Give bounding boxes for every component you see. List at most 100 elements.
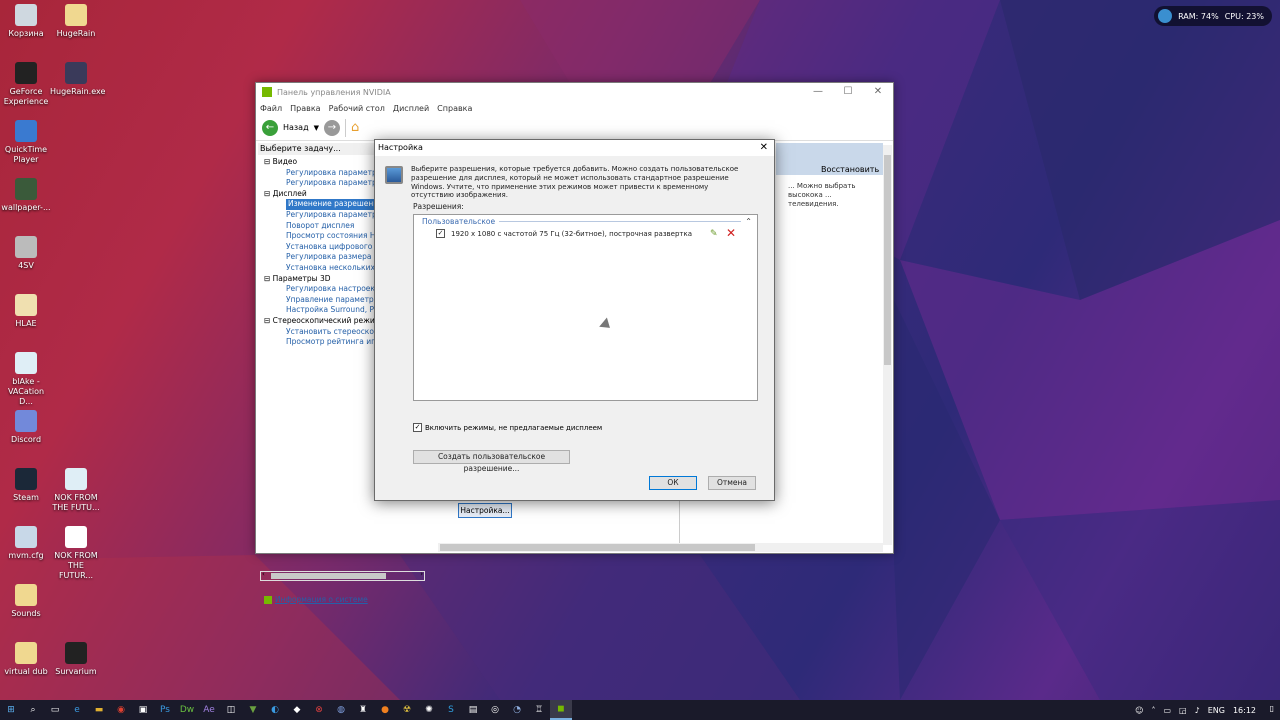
desktop-icon[interactable]: mvm.cfg — [0, 526, 52, 561]
media-icon[interactable]: ◐ — [264, 700, 286, 720]
battery-icon[interactable]: ▭ — [1163, 706, 1171, 715]
desktop-icon[interactable]: 4SV — [0, 236, 52, 271]
photoshop-icon[interactable]: Ps — [154, 700, 176, 720]
menu-help[interactable]: Справка — [437, 104, 472, 113]
back-label[interactable]: Назад — [283, 123, 309, 132]
people-icon[interactable]: ☺ — [1135, 706, 1143, 715]
close-icon[interactable]: ✕ — [863, 83, 893, 101]
desktop-icon[interactable]: NOK FROM THE FUTU... — [50, 468, 102, 513]
collapse-box-icon[interactable]: ⊟ — [264, 316, 273, 325]
search-icon[interactable]: ⌕ — [22, 700, 44, 720]
back-arrow-icon[interactable]: ← — [262, 119, 278, 136]
network-icon[interactable]: ◲ — [1179, 706, 1187, 715]
desktop-icon[interactable]: Sounds — [0, 584, 52, 619]
enable-modes-checkbox[interactable]: ✓ — [413, 423, 422, 432]
clock[interactable]: 16:12 — [1233, 706, 1256, 715]
horizontal-scrollbar[interactable]: ‹ › — [260, 570, 425, 581]
app-icon[interactable]: ◎ — [484, 700, 506, 720]
edge-icon[interactable]: e — [66, 700, 88, 720]
delete-x-icon[interactable]: ✕ — [726, 226, 736, 240]
desktop-icon[interactable]: Survarium — [50, 642, 102, 677]
desktop-icon[interactable]: virtual dub — [0, 642, 52, 677]
maximize-icon[interactable]: ☐ — [833, 83, 863, 101]
chrome-icon[interactable]: ◉ — [110, 700, 132, 720]
menu-edit[interactable]: Правка — [290, 104, 320, 113]
resolution-checkbox[interactable]: ✓ — [436, 229, 445, 238]
resolution-entry-label: 1920 x 1080 с частотой 75 Гц (32-битное)… — [451, 229, 693, 238]
chevron-up-icon[interactable]: ˄ — [1151, 706, 1155, 715]
desktop-icon-label: 4SV — [18, 261, 34, 270]
app-icon[interactable]: ● — [374, 700, 396, 720]
app-icon[interactable]: ▤ — [462, 700, 484, 720]
app-icon[interactable]: ◍ — [330, 700, 352, 720]
desktop-icon[interactable]: QuickTime Player — [0, 120, 52, 165]
resolutions-list[interactable]: Пользовательское ⌃ ✓ 1920 x 1080 с часто… — [413, 214, 758, 401]
desktop-icon-label: Survarium — [55, 667, 97, 676]
cancel-button[interactable]: Отмена — [708, 476, 756, 490]
taskbar: ⊞ ⌕ ▭ e ▬ ◉ ▣ Ps Dw Ae ◫ ▼ ◐ ◆ ⊗ ◍ ♜ ● ☢… — [0, 700, 1280, 720]
app-icon[interactable]: ✺ — [418, 700, 440, 720]
collapse-box-icon[interactable]: ⊟ — [264, 157, 273, 166]
desktop-icon[interactable]: Корзина — [0, 4, 52, 39]
media-icon — [15, 352, 37, 374]
restore-link[interactable]: Восстановить — [821, 165, 879, 174]
desktop-icon-label: Sounds — [11, 609, 41, 618]
app-icon[interactable]: ⊗ — [308, 700, 330, 720]
desktop-icon[interactable]: NOK FROM THE FUTUR... — [50, 526, 102, 581]
desktop-icon[interactable]: HLAE — [0, 294, 52, 329]
back-dropdown-icon[interactable]: ▼ — [314, 124, 319, 132]
home-icon[interactable]: ⌂ — [351, 120, 359, 135]
task-view-icon[interactable]: ▭ — [44, 700, 66, 720]
desktop-icon[interactable]: GeForce Experience — [0, 62, 52, 107]
enable-modes-option[interactable]: ✓ Включить режимы, не предлагаемые диспл… — [413, 423, 602, 432]
dialog-titlebar[interactable]: Настройка ✕ — [375, 140, 774, 156]
menu-display[interactable]: Дисплей — [393, 104, 429, 113]
app-icon[interactable]: ♖ — [528, 700, 550, 720]
nvidia-taskbar-icon[interactable]: ◼ — [550, 700, 572, 720]
language-indicator[interactable]: ENG — [1208, 706, 1225, 715]
file-explorer-icon[interactable]: ▬ — [88, 700, 110, 720]
game-icon[interactable]: ▼ — [242, 700, 264, 720]
app-icon[interactable]: ▣ — [132, 700, 154, 720]
forward-arrow-icon[interactable]: → — [324, 119, 340, 136]
system-info-link[interactable]: Информация о системе — [264, 595, 368, 604]
app-icon[interactable]: ◆ — [286, 700, 308, 720]
start-windows-icon[interactable]: ⊞ — [0, 700, 22, 720]
store-icon[interactable]: ◫ — [220, 700, 242, 720]
minimize-icon[interactable]: — — [803, 83, 833, 101]
collapse-box-icon[interactable]: ⊟ — [264, 274, 273, 283]
menu-file[interactable]: Файл — [260, 104, 282, 113]
steam-icon[interactable]: ◔ — [506, 700, 528, 720]
settings-button[interactable]: Настройка... — [458, 503, 512, 518]
desktop-icon[interactable]: wallpaper-... — [0, 178, 52, 213]
content-horizontal-scrollbar[interactable] — [438, 543, 883, 552]
ok-button[interactable]: ОК — [649, 476, 697, 490]
desktop-icon[interactable]: HugeRain.exe — [50, 62, 105, 97]
content-text: ... Можно выбрать высокока ... телевиден… — [788, 182, 856, 208]
dialog-close-icon[interactable]: ✕ — [760, 140, 768, 156]
create-custom-resolution-button[interactable]: Создать пользовательское разрешение... — [413, 450, 570, 473]
vertical-scrollbar[interactable] — [883, 145, 892, 545]
tree-category-label: Видео — [272, 157, 298, 166]
dreamweaver-icon[interactable]: Dw — [176, 700, 198, 720]
skype-icon[interactable]: S — [440, 700, 462, 720]
after-effects-icon[interactable]: Ae — [198, 700, 220, 720]
desktop-icon[interactable]: HugeRain — [50, 4, 102, 39]
survarium-icon — [65, 642, 87, 664]
app-icon[interactable]: ♜ — [352, 700, 374, 720]
image-icon — [15, 178, 37, 200]
edit-pencil-icon[interactable]: ✎ — [710, 229, 718, 239]
resolution-entry[interactable]: ✓ 1920 x 1080 с частотой 75 Гц (32-битно… — [436, 229, 692, 238]
collapse-box-icon[interactable]: ⊟ — [264, 189, 273, 198]
volume-icon[interactable]: ♪ — [1195, 706, 1200, 715]
app-icon[interactable]: ☢ — [396, 700, 418, 720]
desktop-icon[interactable]: Discord — [0, 410, 52, 445]
notifications-icon[interactable]: ▯ — [1270, 704, 1274, 713]
menu-desktop[interactable]: Рабочий стол — [329, 104, 385, 113]
desktop-icon[interactable]: Steam — [0, 468, 52, 503]
desktop-icon[interactable]: blAke - VACation D... — [0, 352, 52, 407]
collapse-icon[interactable]: ⌃ — [745, 217, 752, 226]
window-titlebar[interactable]: Панель управления NVIDIA — ☐ ✕ — [256, 83, 893, 101]
quicktime-icon — [15, 120, 37, 142]
folder-icon — [65, 4, 87, 26]
